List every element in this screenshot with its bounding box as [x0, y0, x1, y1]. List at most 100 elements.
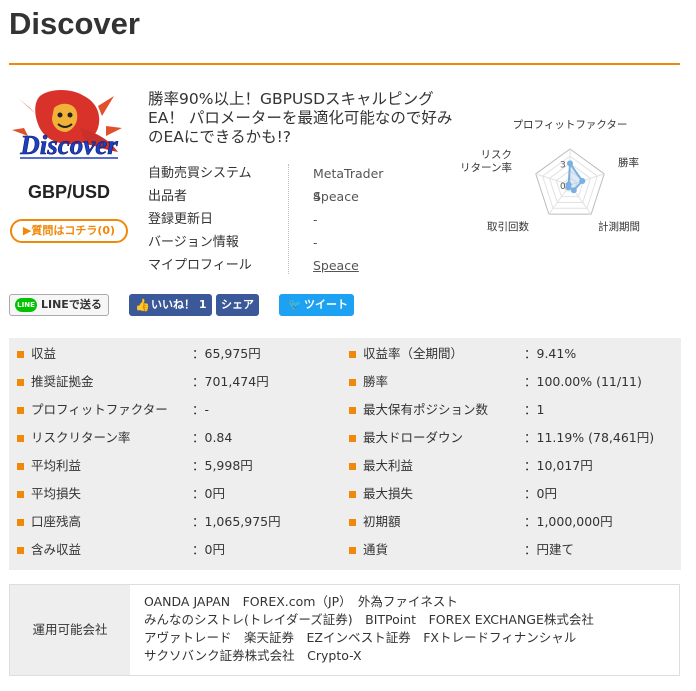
stat-row: プロフィットファクター ：-: [17, 396, 337, 424]
stat-row: 最大損失 ：0円: [349, 480, 669, 508]
stat-row: 通貨 ：円建て: [349, 536, 669, 564]
stat-label: 勝率: [363, 374, 389, 389]
info-label: マイプロフィール: [148, 258, 252, 273]
orange-square-icon: [349, 519, 356, 526]
twitter-bird-icon: 🐦: [288, 298, 302, 311]
info-label: 登録更新日: [148, 212, 214, 227]
info-value: -: [313, 212, 318, 227]
stat-value: ：0円: [524, 486, 557, 501]
broker-line: みんなのシストレ(トレイダーズ証券) BITPoint FOREX EXCHAN…: [144, 612, 594, 627]
tweet-button[interactable]: 🐦 ツイート: [279, 294, 354, 316]
broker-line: OANDA JAPAN FOREX.com（JP） 外為ファイネスト: [144, 594, 458, 609]
orange-square-icon: [17, 547, 24, 554]
radar-point: [570, 187, 577, 194]
radar-axis-label: 勝率: [618, 156, 639, 169]
stat-value: ：5,998円: [192, 458, 253, 473]
stat-value: ：701,474円: [192, 374, 269, 389]
facebook-like-button[interactable]: 👍 いいね！ 1: [129, 294, 212, 316]
stat-row: 最大利益 ：10,017円: [349, 452, 669, 480]
stat-row: 収益 ：65,975円: [17, 340, 337, 368]
stat-value: ：9.41%: [524, 346, 577, 361]
like-label: いいね！ 1: [151, 298, 207, 311]
facebook-share-button[interactable]: シェア: [216, 294, 259, 316]
stat-row: 平均利益 ：5,998円: [17, 452, 337, 480]
stat-label: 最大利益: [363, 458, 414, 473]
stat-row: リスクリターン率 ：0.84: [17, 424, 337, 452]
brokers-list: OANDA JAPAN FOREX.com（JP） 外為ファイネスト みんなのシ…: [144, 593, 674, 665]
stat-row: 含み収益 ：0円: [17, 536, 337, 564]
stat-value: ：100.00% (11/11): [524, 374, 642, 389]
info-value: Speace: [313, 189, 359, 204]
stat-label: 通貨: [363, 542, 389, 557]
stat-value: ：1: [524, 402, 545, 417]
orange-square-icon: [349, 547, 356, 554]
page-title: Discover: [9, 6, 140, 41]
radar-axis-label: プロフィットファクター: [513, 119, 628, 131]
line-share-label: LINEで送る: [41, 298, 102, 311]
title-divider: [9, 63, 680, 65]
info-value: -: [313, 235, 318, 250]
stat-row: 初期額 ：1,000,000円: [349, 508, 669, 536]
stat-row: 勝率 ：100.00% (11/11): [349, 368, 669, 396]
orange-square-icon: [17, 351, 24, 358]
stat-label: リスクリターン率: [31, 430, 131, 445]
stat-row: 収益率（全期間） ：9.41%: [349, 340, 669, 368]
stat-label: 含み収益: [31, 542, 82, 557]
stat-row: 平均損失 ：0円: [17, 480, 337, 508]
orange-square-icon: [17, 379, 24, 386]
profile-link[interactable]: Speace: [313, 254, 359, 277]
orange-square-icon: [349, 463, 356, 470]
stat-row: 推奨証拠金 ：701,474円: [17, 368, 337, 396]
orange-square-icon: [17, 491, 24, 498]
orange-square-icon: [17, 407, 24, 414]
ea-title: 勝率90%以上！GBPUSDスキャルピングEA！ パロメーターを最適化可能なので…: [148, 90, 453, 146]
radar-point: [565, 181, 572, 188]
stat-label: 収益率（全期間）: [363, 346, 464, 361]
orange-square-icon: [17, 463, 24, 470]
broker-line: サクソバンク証券株式会社 Crypto-X: [144, 648, 362, 663]
stat-row: 口座残高 ：1,065,975円: [17, 508, 337, 536]
stat-label: 収益: [31, 346, 57, 361]
stat-value: ：0.84: [192, 430, 233, 445]
stat-value: ：-: [192, 402, 210, 417]
logo-pair: GBP/USD: [28, 182, 110, 202]
ea-logo: Discover GBP/USD: [10, 88, 128, 208]
stat-label: 最大ドローダウン: [363, 430, 464, 445]
stat-label: 口座残高: [31, 514, 82, 529]
line-share-button[interactable]: LINE LINEで送る: [9, 294, 109, 316]
orange-square-icon: [349, 491, 356, 498]
stat-value: ：1,065,975円: [192, 514, 281, 529]
orange-square-icon: [349, 351, 356, 358]
radar-point: [567, 160, 573, 167]
stat-value: ：10,017円: [524, 458, 593, 473]
info-label: 自動売買システム: [148, 166, 252, 181]
line-icon: LINE: [15, 298, 37, 312]
stat-row: 最大ドローダウン ：11.19% (78,461円): [349, 424, 669, 452]
stat-label: 平均損失: [31, 486, 82, 501]
info-label: 出品者: [148, 189, 188, 204]
stat-label: 最大保有ポジション数: [363, 402, 489, 417]
tweet-label: ツイート: [304, 298, 348, 311]
logo-wordmark: Discover: [19, 130, 118, 160]
radar-point: [579, 177, 586, 184]
stat-value: ：0円: [192, 542, 225, 557]
stat-value: ：0円: [192, 486, 225, 501]
orange-square-icon: [349, 407, 356, 414]
stat-label: 初期額: [363, 514, 401, 529]
info-divider: [288, 164, 289, 274]
orange-square-icon: [349, 379, 356, 386]
stat-value: ：65,975円: [192, 346, 261, 361]
stat-label: 最大損失: [363, 486, 414, 501]
broker-line: アヴァトレード 楽天証券 EZインベスト証券 FXトレードフィナンシャル: [144, 630, 577, 645]
stat-label: 推奨証拠金: [31, 374, 94, 389]
stat-row: 最大保有ポジション数 ：1: [349, 396, 669, 424]
question-button[interactable]: ▶質問はコチラ(0): [10, 219, 128, 243]
stat-value: ：11.19% (78,461円): [524, 430, 655, 445]
stat-value: ：円建て: [524, 542, 575, 557]
orange-square-icon: [17, 519, 24, 526]
brokers-label: 運用可能会社: [10, 585, 130, 675]
brokers-box: 運用可能会社 OANDA JAPAN FOREX.com（JP） 外為ファイネス…: [9, 584, 680, 676]
info-label: バージョン情報: [148, 235, 239, 250]
orange-square-icon: [349, 435, 356, 442]
orange-square-icon: [17, 435, 24, 442]
